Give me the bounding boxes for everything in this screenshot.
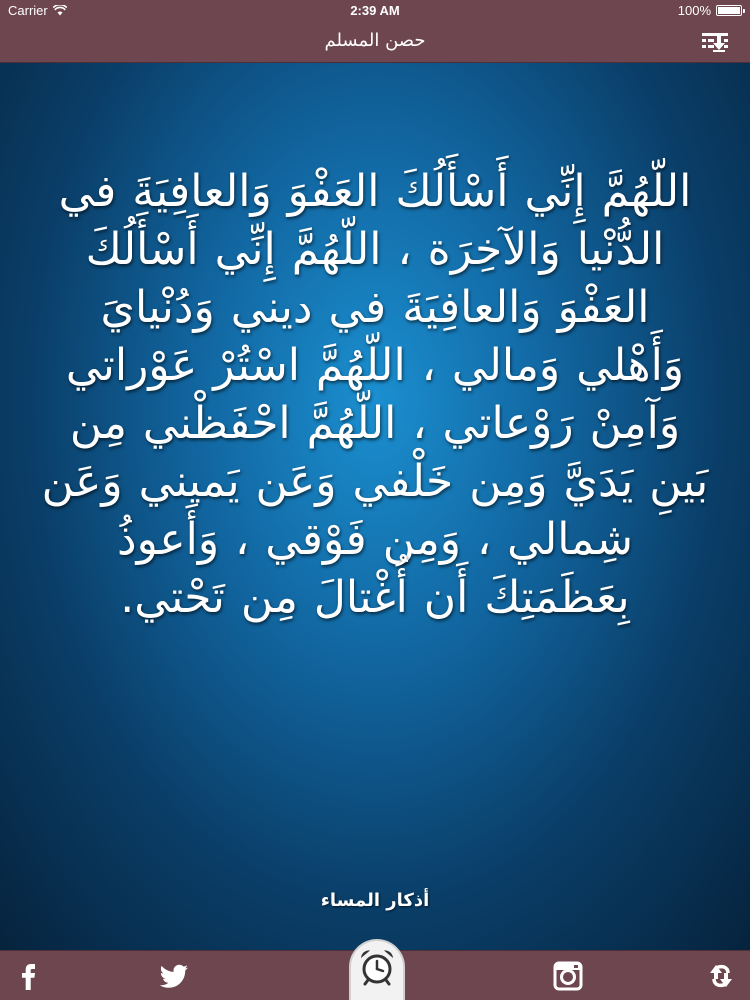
dua-text: اللّهُمَّ إِنِّي أَسْأَلُكَ العَفْوَ وَا…: [41, 166, 709, 623]
facebook-icon: [22, 964, 35, 990]
section-title: أذكار المساء: [320, 890, 430, 911]
facebook-button[interactable]: [12, 960, 46, 992]
battery-percent: 100%: [677, 3, 711, 18]
instagram-icon: [553, 961, 583, 991]
share-button[interactable]: [704, 960, 738, 992]
status-bar: Carrier 2:39 AM 100%: [0, 0, 750, 22]
page-title: حصن المسلم: [324, 30, 426, 51]
twitter-icon: [159, 964, 188, 988]
alarm-clock-icon: [361, 950, 393, 986]
tab-bar: [0, 939, 750, 1000]
battery-fill: [718, 7, 740, 14]
list-download-icon: [702, 33, 728, 52]
instagram-button[interactable]: [551, 960, 585, 992]
nav-bar: حصن المسلم: [0, 22, 750, 63]
main-content: اللّهُمَّ إِنِّي أَسْأَلُكَ العَفْوَ وَا…: [0, 63, 750, 950]
alarm-button[interactable]: [349, 939, 405, 1000]
share-arrows-icon: [710, 964, 732, 988]
menu-button[interactable]: [700, 30, 730, 54]
battery-icon: [716, 5, 745, 16]
status-time: 2:39 AM: [350, 3, 400, 18]
status-right: 100%: [677, 3, 745, 18]
twitter-button[interactable]: [157, 960, 191, 992]
